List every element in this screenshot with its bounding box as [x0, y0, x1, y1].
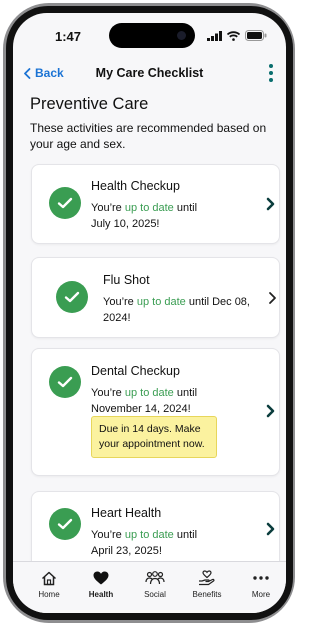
checkmark-icon	[56, 281, 88, 313]
wifi-icon	[227, 30, 240, 41]
checklist-card-dental-checkup[interactable]: Dental Checkup You’re up to date until N…	[31, 348, 280, 476]
checkmark-icon	[49, 508, 81, 540]
card-title: Health Checkup	[91, 179, 180, 193]
status-time: 1:47	[55, 29, 82, 44]
signal-icon	[207, 30, 222, 41]
chevron-left-icon	[24, 67, 31, 79]
tab-social[interactable]: Social	[130, 568, 180, 599]
chevron-right-icon	[266, 197, 275, 211]
due-reminder-badge: Due in 14 days. Make your appointment now…	[91, 416, 217, 458]
tab-bar: Home Health Social Benefits More	[13, 561, 286, 613]
card-title: Dental Checkup	[91, 364, 180, 378]
checklist-card-flu-shot[interactable]: Flu Shot You’re up to date until Dec 08,…	[31, 257, 280, 338]
people-icon	[145, 571, 165, 585]
tab-label: Social	[144, 590, 166, 599]
tab-benefits[interactable]: Benefits	[182, 568, 232, 599]
heart-icon	[93, 571, 109, 585]
nav-bar: Back My Care Checklist	[13, 63, 286, 87]
checkmark-icon	[49, 366, 81, 398]
status-icons	[207, 30, 267, 41]
card-title: Flu Shot	[103, 273, 150, 287]
section-intro: These activities are recommended based o…	[30, 121, 267, 151]
app-screen: 1:47 Back My Care Checklist Preventive C…	[13, 13, 286, 613]
card-status: You’re up to date until April 23, 2025!	[91, 529, 198, 557]
chevron-right-icon	[266, 404, 275, 418]
more-icon	[253, 576, 269, 580]
checklist-card-health-checkup[interactable]: Health Checkup You’re up to date until J…	[31, 164, 280, 244]
dynamic-island	[109, 23, 195, 48]
chevron-right-icon	[269, 292, 276, 304]
home-icon	[41, 571, 57, 585]
back-button[interactable]: Back	[23, 66, 64, 80]
battery-icon	[245, 30, 267, 41]
card-status: You’re up to date until Dec 08, 2024!	[103, 296, 250, 324]
tab-label: Home	[38, 590, 60, 599]
chevron-right-icon	[266, 522, 275, 536]
more-options-icon[interactable]	[266, 63, 276, 83]
hand-heart-icon	[199, 570, 215, 586]
section-title: Preventive Care	[30, 95, 149, 113]
checkmark-icon	[49, 187, 81, 219]
card-status: You’re up to date until November 14, 202…	[91, 387, 198, 415]
back-label: Back	[35, 66, 64, 80]
camera-dot	[177, 31, 186, 40]
tab-label: Benefits	[192, 590, 222, 599]
card-title: Heart Health	[91, 506, 162, 520]
card-status: You’re up to date until July 10, 2025!	[91, 202, 198, 230]
tab-label: Health	[88, 590, 114, 599]
tab-health[interactable]: Health	[76, 568, 126, 599]
tab-label: More	[251, 590, 271, 599]
tab-more[interactable]: More	[236, 568, 286, 599]
tab-home[interactable]: Home	[24, 568, 74, 599]
